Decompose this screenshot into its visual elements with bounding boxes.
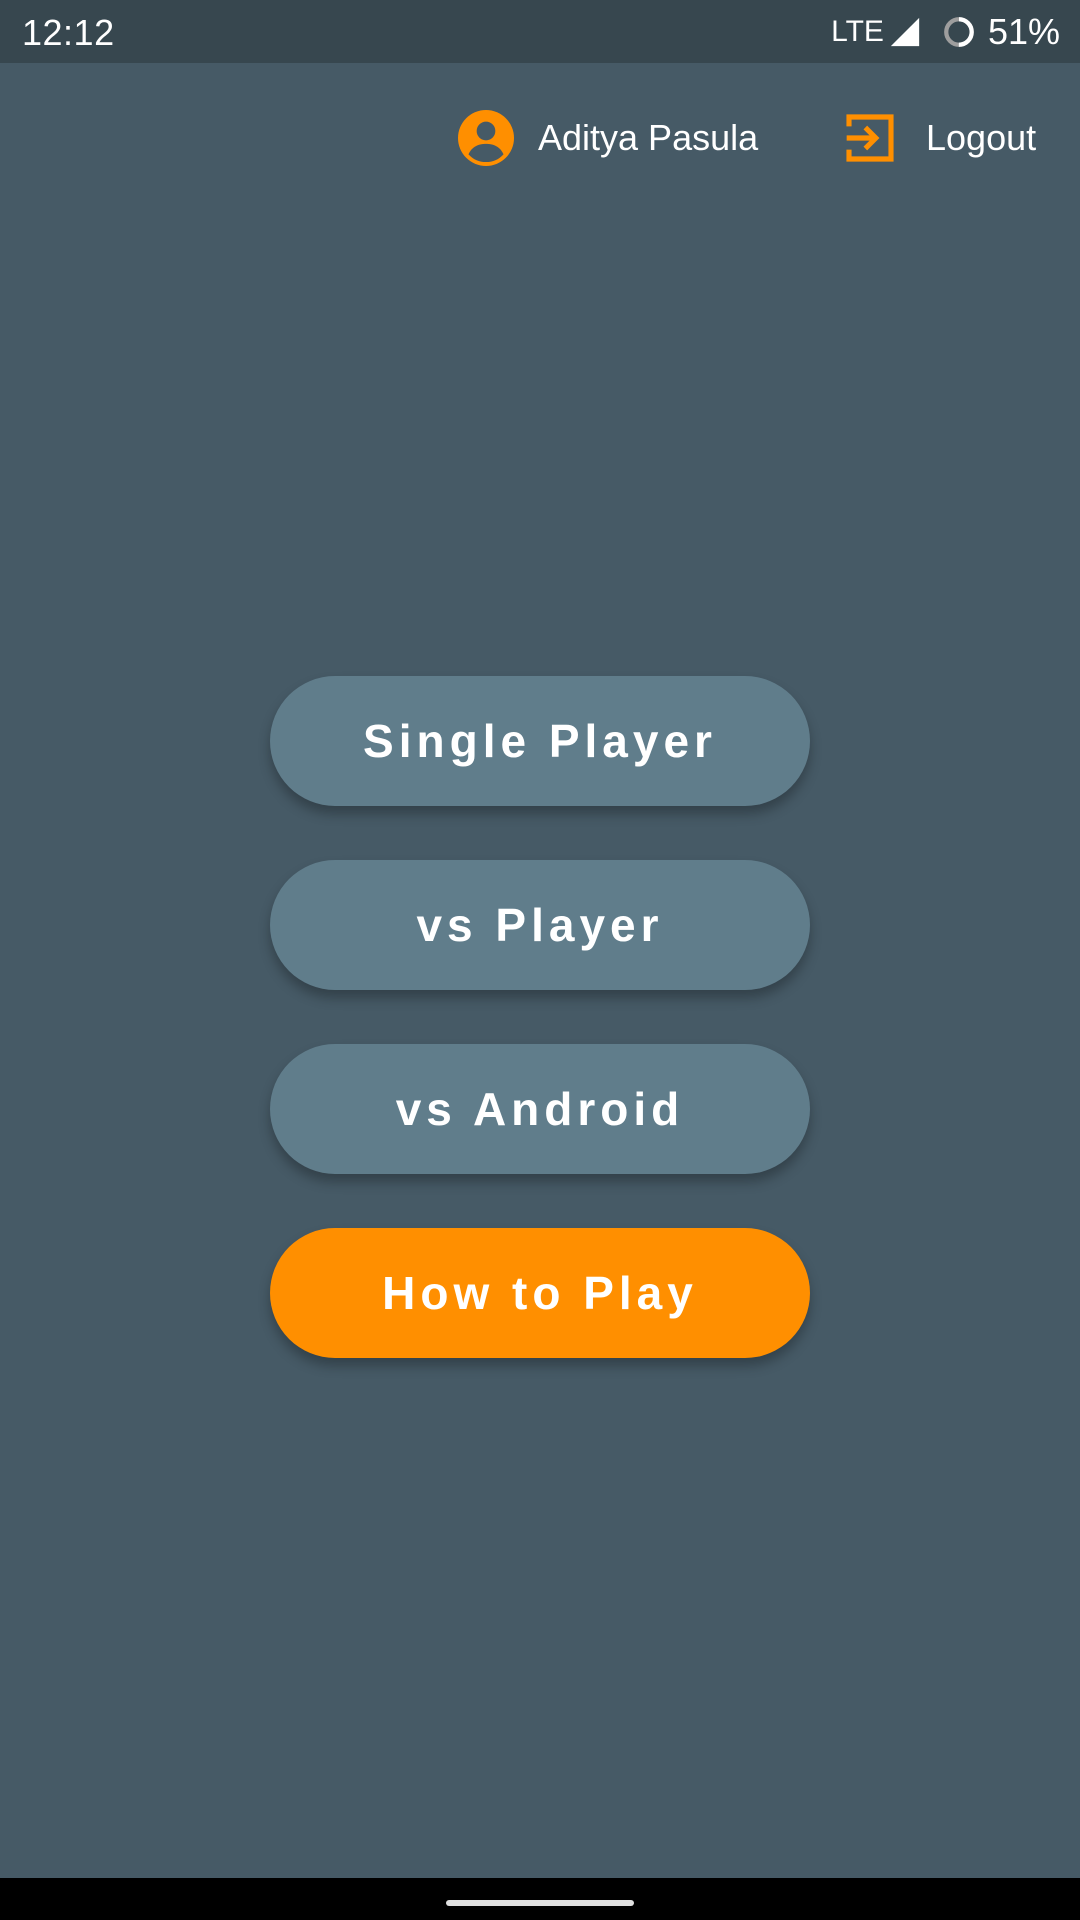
status-bar: 12:12 LTE 51% <box>0 0 1080 63</box>
navigation-bar <box>0 1878 1080 1920</box>
account-circle-icon <box>458 110 514 166</box>
top-bar: Aditya Pasula Logout <box>0 63 1080 213</box>
main-menu: Single Player vs Player vs Android How t… <box>270 676 810 1412</box>
logout-button[interactable]: Logout <box>842 108 1036 168</box>
how-to-play-button[interactable]: How to Play <box>270 1228 810 1358</box>
app-screen: 12:12 LTE 51% Aditya Pasula Logout Singl… <box>0 0 1080 1920</box>
single-player-button[interactable]: Single Player <box>270 676 810 806</box>
battery-percent: 51% <box>987 11 1060 52</box>
vs-android-button[interactable]: vs Android <box>270 1044 810 1174</box>
status-time: 12:12 <box>22 12 115 53</box>
battery-icon <box>944 17 974 47</box>
user-profile[interactable]: Aditya Pasula <box>458 108 758 168</box>
logout-label: Logout <box>926 117 1037 158</box>
home-gesture-handle[interactable] <box>446 1900 634 1906</box>
user-name: Aditya Pasula <box>538 117 759 158</box>
signal-icon <box>890 17 920 47</box>
status-indicators: LTE 51% <box>831 10 1060 54</box>
vs-player-button[interactable]: vs Player <box>270 860 810 990</box>
network-type: LTE <box>831 15 884 48</box>
logout-icon <box>846 114 894 162</box>
